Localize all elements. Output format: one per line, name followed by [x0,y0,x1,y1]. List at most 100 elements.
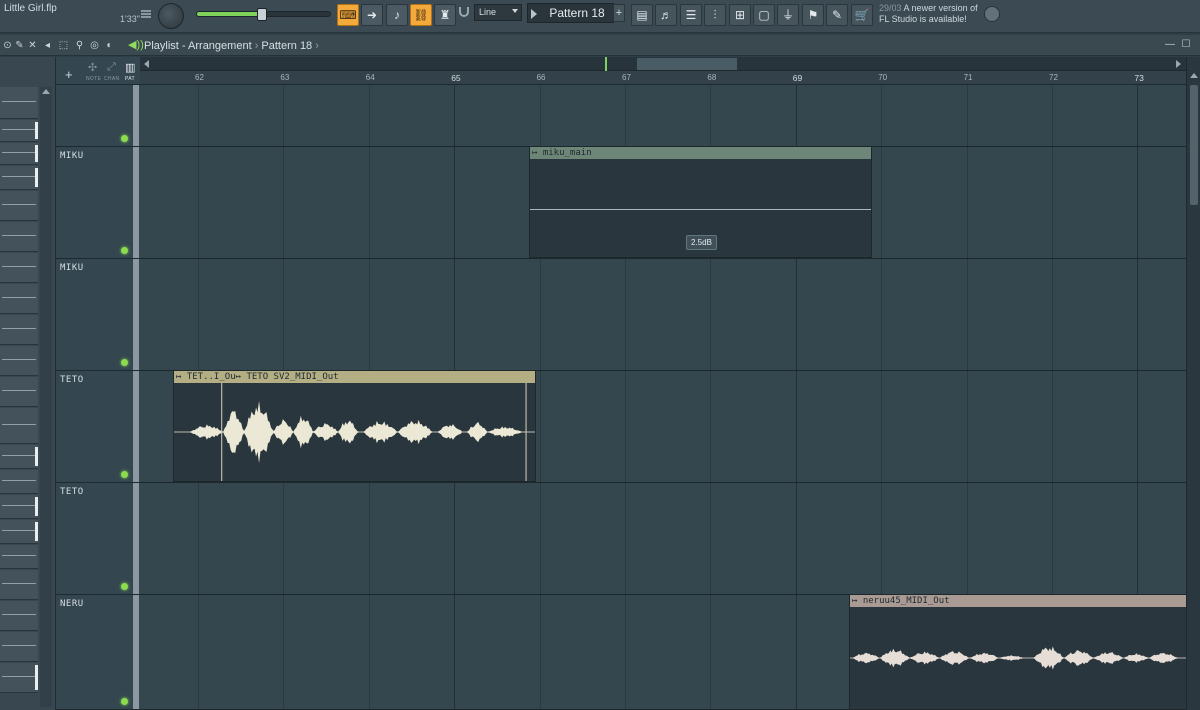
draw-tool-icon[interactable]: ✎ [14,40,25,51]
track-resize-handle[interactable] [133,259,139,370]
browser-item[interactable] [0,284,38,314]
master-volume-thumb[interactable] [257,8,267,21]
wizard-button[interactable]: ✎ [826,4,848,26]
channel-rack-window-button[interactable]: ☰ [680,4,702,26]
browser-item[interactable] [0,601,38,631]
speaker-icon[interactable]: ◀)) [128,39,144,51]
playback-tool-icon[interactable]: ◎ [89,40,100,51]
tempo-tapper-button[interactable]: ⚑ [802,4,824,26]
piano-roll-window-button[interactable]: ♬ [655,4,677,26]
browser-item[interactable] [0,253,38,283]
overview-viewport[interactable] [637,58,737,70]
timeline-ruler[interactable]: 62 63 64 65 66 67 68 69 70 71 72 73 [140,71,1186,85]
track-lane[interactable] [140,483,1186,595]
metronome-button[interactable]: ♜ [434,4,456,26]
track-header[interactable]: NERU [56,595,140,710]
mode-label-note[interactable]: NOTE [86,76,101,82]
clip-body[interactable]: 2.5dB [530,159,871,257]
typing-keyboard-button[interactable]: ⌨ [337,4,359,26]
clip-title-bar[interactable]: ↦ miku_main [530,147,871,159]
snap-tool-icon[interactable]: ◐ [104,40,115,51]
track-lane[interactable] [140,259,1186,371]
browser-item[interactable] [0,166,38,190]
automation-line[interactable] [530,209,871,210]
mute-tool-icon[interactable]: ✕ [27,40,38,51]
playlist-window-button[interactable]: ▤ [631,4,653,26]
clip-title-bar[interactable]: ↦ TET..I_Ou↦ TETO SV2_MIDI_Out [174,371,535,383]
master-pitch-knob[interactable] [158,3,184,29]
add-track-button[interactable]: + [65,67,73,82]
clip-body[interactable] [174,383,535,481]
browser-item[interactable] [0,570,38,600]
browser-item[interactable] [0,663,38,693]
track-resize-handle[interactable] [133,595,139,709]
track-mute-led[interactable] [121,471,128,478]
browser-item[interactable] [0,495,38,519]
track-header[interactable]: MIKU [56,259,140,371]
browser-item[interactable] [0,520,38,544]
plugin-database-button[interactable]: ⏚ [777,4,799,26]
track-mute-led[interactable] [121,583,128,590]
song-overview[interactable] [140,57,1186,71]
clip-body[interactable] [850,607,1186,709]
track-header[interactable]: TETO [56,371,140,483]
scroll-left-icon[interactable] [144,60,149,68]
browser-scrollbar[interactable] [40,87,52,707]
browser-item[interactable] [0,346,38,376]
browser-item[interactable] [0,143,38,165]
track-resize-handle[interactable] [133,371,139,482]
channel-mode-icon[interactable]: ⤢ [107,61,116,74]
scrollbar-thumb[interactable] [1190,85,1198,205]
track-mute-led[interactable] [121,359,128,366]
browser-item[interactable] [0,191,38,221]
browser-item[interactable] [0,408,38,444]
track-mute-led[interactable] [121,698,128,705]
browser-item[interactable] [0,470,38,494]
track-resize-handle[interactable] [133,483,139,594]
playlist-grid[interactable]: ↦ miku_main 2.5dB ↦ TET..I_Ou↦ TETO SV2_… [140,85,1186,710]
blend-notes-button[interactable]: ♪ [386,4,408,26]
clip-teto[interactable]: ↦ TET..I_Ou↦ TETO SV2_MIDI_Out [173,370,536,482]
playlist-vertical-scrollbar[interactable] [1186,57,1200,710]
options-icon[interactable]: ⊙ [2,40,13,51]
note-mode-icon[interactable]: ✣ [88,61,97,74]
browser-item[interactable] [0,377,38,407]
add-pattern-button[interactable]: + [613,4,625,22]
track-header[interactable]: MIKU [56,147,140,259]
track-header[interactable]: TETO [56,483,140,595]
mixer-window-button[interactable]: ⫶ [704,4,726,26]
browser-item[interactable] [0,632,38,662]
master-volume-slider[interactable] [196,8,331,21]
globe-icon[interactable] [984,6,1000,22]
link-button[interactable]: ⛓ [410,4,432,26]
browser-window-button[interactable]: ⊞ [729,4,751,26]
select-tool-icon[interactable]: ⬚ [58,40,69,51]
snap-select[interactable]: Line [474,4,522,21]
mode-label-pat[interactable]: PAT [125,76,135,82]
browser-item[interactable] [0,87,38,119]
browser-item[interactable] [0,545,38,569]
browser-item[interactable] [0,445,38,469]
clip-miku-main[interactable]: ↦ miku_main 2.5dB [529,146,872,258]
track-mute-led[interactable] [121,135,128,142]
scroll-up-icon[interactable] [1190,73,1198,78]
minimize-icon[interactable]: — [1165,40,1175,50]
pattern-selector[interactable]: Pattern 18 [527,3,614,23]
track-mute-led[interactable] [121,247,128,254]
track-resize-handle[interactable] [133,147,139,258]
clip-neru[interactable]: ↦ neruu45_MIDI_Out [849,594,1186,710]
clip-title-bar[interactable]: ↦ neruu45_MIDI_Out [850,595,1186,607]
slip-tool-icon[interactable]: ◂ [42,40,53,51]
track-header[interactable] [56,85,140,147]
track-resize-handle[interactable] [133,85,139,146]
browser-item[interactable] [0,315,38,345]
maximize-icon[interactable]: ☐ [1181,40,1191,50]
browser-item[interactable] [0,222,38,252]
scroll-up-icon[interactable] [42,89,50,94]
step-record-button[interactable]: ➜ [361,4,383,26]
browser-item[interactable] [0,120,38,142]
plugin-picker-button[interactable]: ▢ [753,4,775,26]
scroll-right-icon[interactable] [1176,60,1181,68]
track-lane[interactable] [140,85,1186,147]
zoom-tool-icon[interactable]: ⚲ [74,40,85,51]
